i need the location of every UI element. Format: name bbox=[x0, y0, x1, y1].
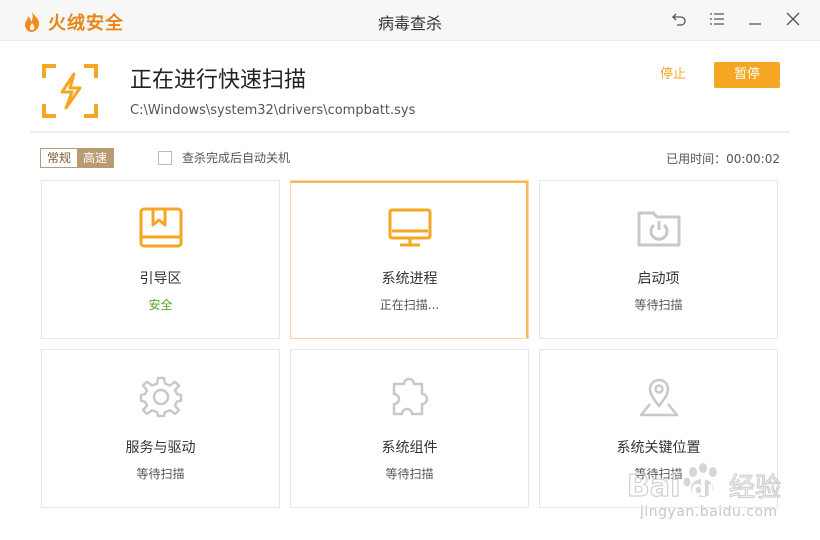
startup-folder-icon bbox=[637, 211, 680, 247]
location-pin-icon bbox=[639, 378, 678, 417]
stop-button[interactable]: 停止 bbox=[648, 62, 698, 88]
card-name: 服务与驱动 bbox=[125, 440, 196, 456]
card-name: 引导区 bbox=[139, 271, 182, 287]
pause-button[interactable]: 暂停 bbox=[714, 62, 780, 88]
card-status: 正在扫描... bbox=[379, 298, 440, 312]
scan-card-services-drivers: 服务与驱动 等待扫描 bbox=[41, 349, 280, 508]
scan-card-startup: 启动项 等待扫描 bbox=[539, 180, 778, 339]
card-status: 安全 bbox=[148, 298, 173, 312]
scan-current-file: C:\Windows\system32\drivers\compbatt.sys bbox=[130, 103, 416, 118]
monitor-icon bbox=[388, 208, 431, 247]
auto-shutdown-option[interactable]: 查杀完成后自动关机 bbox=[158, 149, 290, 166]
lightning-scan-icon bbox=[42, 64, 98, 118]
svg-text:经验: 经验 bbox=[729, 473, 781, 503]
back-icon[interactable] bbox=[670, 10, 688, 28]
card-status: 等待扫描 bbox=[634, 298, 683, 312]
auto-shutdown-checkbox[interactable] bbox=[158, 150, 172, 165]
scan-title: 正在进行快速扫描 bbox=[130, 68, 307, 93]
window-controls bbox=[670, 10, 802, 28]
scan-card-system-components: 系统组件 等待扫描 bbox=[290, 349, 529, 508]
scan-card-boot-sector: 引导区 安全 bbox=[41, 180, 280, 339]
card-status: 等待扫描 bbox=[385, 467, 434, 481]
card-name: 系统关键位置 bbox=[616, 440, 701, 456]
boot-sector-icon bbox=[139, 207, 182, 248]
mode-normal-option[interactable]: 常规 bbox=[41, 149, 78, 167]
menu-icon[interactable] bbox=[708, 10, 726, 28]
scan-mode-toggle: 常规 高速 bbox=[40, 148, 115, 168]
scan-card-system-process: 系统进程 正在扫描... bbox=[290, 180, 529, 339]
card-name: 系统组件 bbox=[381, 440, 438, 456]
svg-text:Bai: Bai bbox=[627, 469, 680, 504]
close-icon[interactable] bbox=[784, 10, 802, 28]
divider bbox=[30, 131, 790, 133]
card-name: 启动项 bbox=[637, 271, 680, 287]
elapsed-time: 已用时间：00:00:02 bbox=[666, 152, 780, 166]
mode-fast-option[interactable]: 高速 bbox=[77, 149, 114, 167]
puzzle-icon bbox=[392, 377, 428, 416]
card-name: 系统进程 bbox=[381, 271, 438, 287]
auto-shutdown-label: 查杀完成后自动关机 bbox=[182, 151, 291, 165]
card-status: 等待扫描 bbox=[136, 467, 185, 481]
watermark-url: jingyan.baidu.com bbox=[640, 504, 778, 520]
minimize-icon[interactable] bbox=[746, 10, 764, 28]
gear-icon bbox=[139, 376, 182, 418]
title-bar: 火绒安全 病毒查杀 bbox=[0, 0, 820, 41]
svg-text:du: du bbox=[691, 477, 722, 502]
